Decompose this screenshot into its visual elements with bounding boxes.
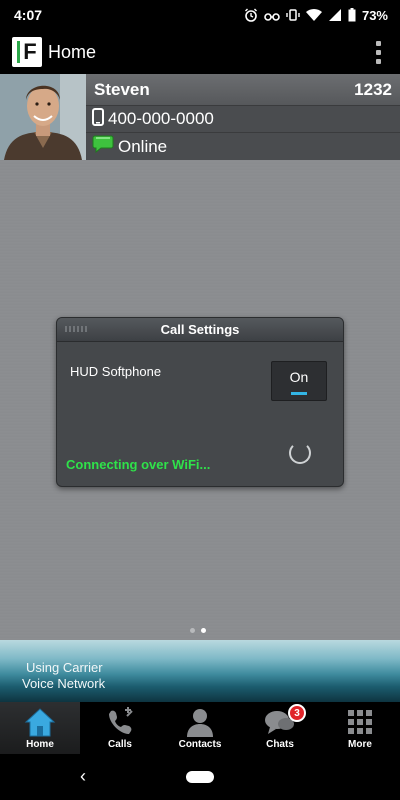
- back-icon[interactable]: ‹: [80, 766, 86, 787]
- tab-label: Home: [26, 739, 54, 750]
- carrier-line-2: Voice Network: [22, 676, 106, 691]
- dialog-title: Call Settings: [160, 322, 240, 337]
- bluetooth-icon: [264, 8, 280, 22]
- main-content: Steven 1232 400-000-0000 Online Call Set…: [0, 74, 400, 640]
- app-logo: F: [12, 37, 42, 67]
- drag-grip-icon[interactable]: [65, 326, 87, 332]
- tab-contacts[interactable]: Contacts: [160, 702, 240, 754]
- tab-home[interactable]: Home: [0, 702, 80, 754]
- carrier-line-1: Using Carrier: [26, 660, 103, 675]
- tab-label: Contacts: [178, 739, 222, 750]
- app-logo-letter: F: [23, 39, 37, 64]
- signal-icon: [328, 8, 342, 22]
- contacts-icon: [185, 707, 215, 737]
- wifi-icon: [305, 8, 322, 22]
- connection-status: Connecting over WiFi...: [66, 457, 211, 472]
- profile-card[interactable]: Steven 1232 400-000-0000 Online: [0, 74, 400, 160]
- tab-label: Chats: [266, 739, 294, 750]
- softphone-toggle[interactable]: On: [271, 361, 327, 401]
- phone-calls-icon: [105, 707, 135, 737]
- system-nav-bar: ‹: [0, 754, 400, 800]
- toggle-indicator: [291, 392, 307, 395]
- more-vert-icon[interactable]: [368, 37, 388, 67]
- status-time: 4:07: [14, 7, 43, 23]
- tab-calls[interactable]: Calls: [80, 702, 160, 754]
- tab-chats[interactable]: 3 Chats: [240, 702, 320, 754]
- alarm-icon: [244, 8, 258, 22]
- chats-unread-badge: 3: [288, 704, 306, 722]
- presence-chat-icon: [92, 135, 118, 158]
- status-bar: 4:07 73%: [0, 0, 400, 30]
- softphone-label: HUD Softphone: [70, 364, 162, 379]
- dialog-header[interactable]: Call Settings: [57, 318, 343, 342]
- app-title: Home: [48, 41, 97, 62]
- carrier-network-bar[interactable]: Using Carrier Voice Network: [0, 640, 400, 702]
- profile-presence: Online: [118, 136, 168, 156]
- tab-label: Calls: [108, 739, 132, 750]
- home-gesture-pill[interactable]: [186, 771, 214, 783]
- bottom-tab-bar: Home Calls Contacts 3 Chats More: [0, 702, 400, 754]
- page-dot-active[interactable]: [201, 628, 206, 633]
- profile-name: Steven: [94, 79, 150, 99]
- profile-extension: 1232: [354, 79, 392, 99]
- app-bar: F Home: [0, 30, 400, 74]
- tab-more[interactable]: More: [320, 702, 400, 754]
- toggle-label: On: [289, 369, 309, 385]
- tab-label: More: [348, 739, 372, 750]
- battery-percent: 73%: [361, 7, 388, 23]
- mobile-phone-icon: [92, 107, 108, 131]
- avatar: [0, 74, 86, 160]
- page-dot[interactable]: [190, 628, 195, 633]
- loading-spinner-icon: [289, 442, 311, 464]
- battery-icon: [348, 8, 356, 22]
- home-icon: [23, 707, 57, 737]
- profile-phone: 400-000-0000: [108, 109, 214, 128]
- page-indicator: [190, 628, 206, 633]
- grid-icon: [347, 707, 373, 737]
- call-settings-dialog: Call Settings HUD Softphone On Connectin…: [56, 317, 344, 487]
- vibrate-icon: [286, 8, 300, 22]
